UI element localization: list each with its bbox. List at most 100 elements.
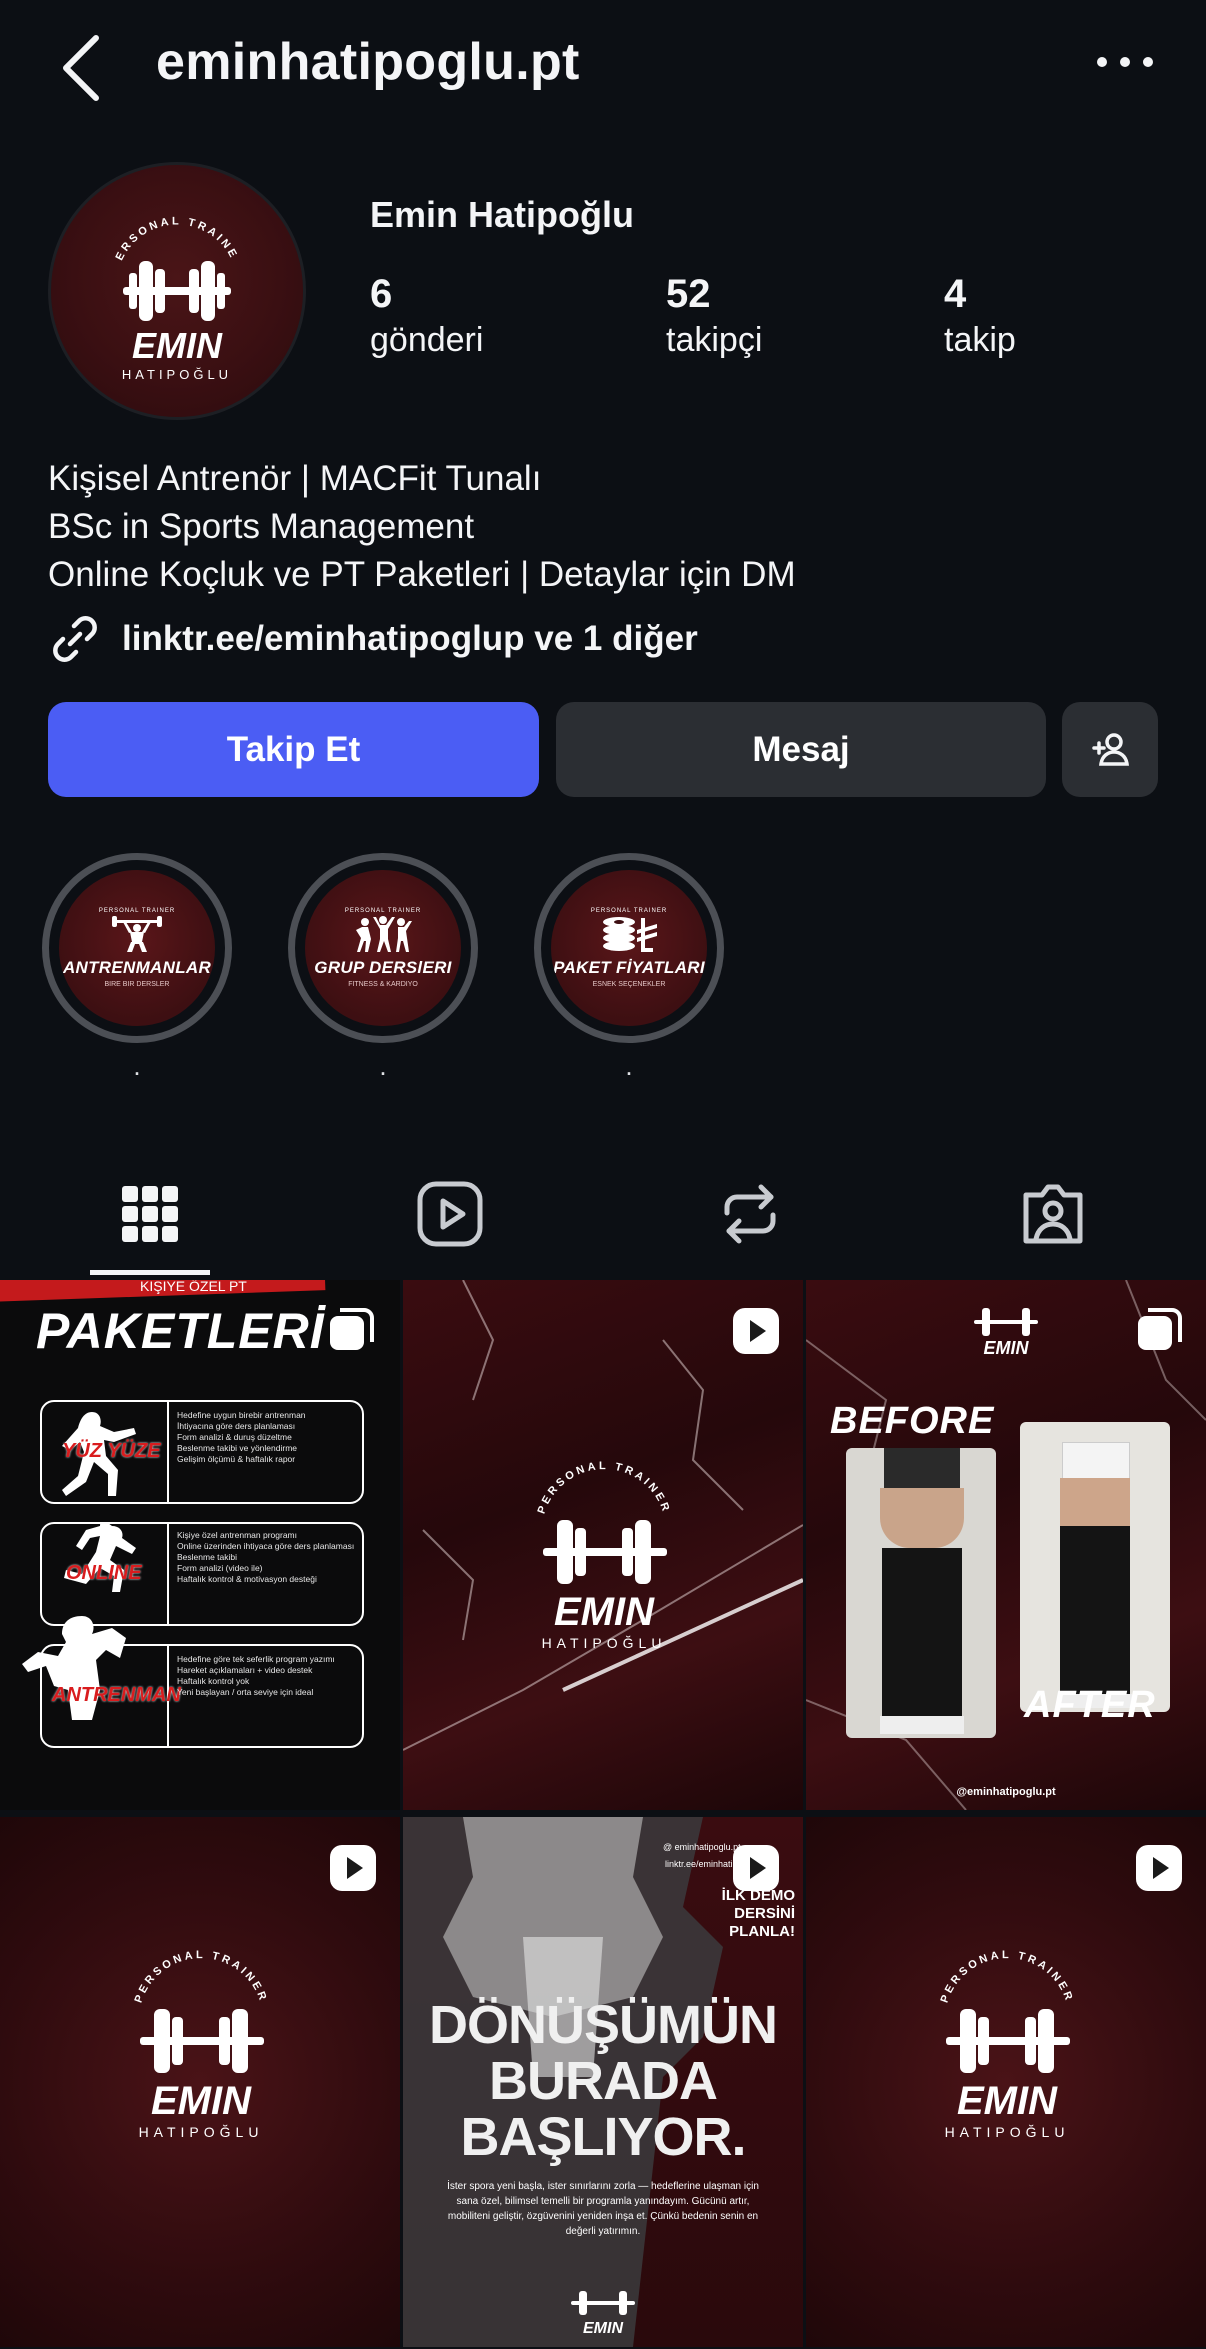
tab-reposts[interactable]: [715, 1179, 785, 1249]
highlight-title: GRUP DERSlERI: [314, 958, 452, 977]
body-text: İster spora yeni başla, ister sınırların…: [447, 2181, 759, 2237]
before-shirt: [884, 1448, 960, 1488]
post-logo: PERSONAL TRAINER EMIN HATIPOĞLU: [133, 1949, 270, 2140]
package-name: YÜZ YÜZE: [62, 1440, 161, 1462]
cta-text: İLK DEMO DERSİNİ PLANLA!: [721, 1887, 795, 1940]
post-before-after[interactable]: EMIN BEFORE AFTER @eminhatipoglu.pt: [806, 1280, 1206, 1810]
suggest-people-button[interactable]: [1062, 702, 1158, 797]
post-transformation[interactable]: @ eminhatipoglu.pt linktr.ee/eminhatipog…: [403, 1817, 803, 2347]
bodybuilder-silhouette-icon: [22, 1616, 126, 1720]
mini-logo-text: EMIN: [984, 1338, 1030, 1358]
avatar-main-text: EMIN: [132, 325, 223, 366]
highlight-title: PAKET FİYATLARI: [553, 958, 705, 977]
logo-main-text: EMIN: [554, 1590, 655, 1634]
post-handle: @eminhatipoglu.pt: [956, 1786, 1056, 1798]
package-card: ANTRENMAN Hedefine göre tek seferlik pro…: [22, 1616, 364, 1748]
highlight-sub: FITNESS & KARDIYO: [348, 981, 418, 988]
more-icon[interactable]: [1090, 42, 1160, 82]
reel-badge-icon: [733, 1308, 779, 1354]
package-details: Kişiye özel antrenman programı Online üz…: [177, 1530, 355, 1584]
stat-followers[interactable]: 52 takipçi: [666, 272, 762, 360]
reposts-icon: [724, 1184, 776, 1244]
highlight-sub: BIRE BIR DERSLER: [104, 981, 170, 988]
svg-text:PERSONAL TRAINER: PERSONAL TRAINER: [51, 165, 240, 262]
highlight-antrenmanlar[interactable]: PERSONAL TRAINER ANTRENMANLAR BIRE BIR D…: [42, 853, 232, 1082]
highlight-cover: PERSONAL TRAINER GRUP DERSlERI FITNESS &…: [305, 870, 461, 1026]
after-photo: [1020, 1422, 1170, 1712]
lira-plates-icon: [603, 917, 657, 952]
post-logo: PERSONAL TRAINER EMIN HATIPOĞLU: [939, 1949, 1076, 2140]
active-tab-indicator: [90, 1270, 210, 1275]
after-top: [1062, 1442, 1130, 1480]
mini-logo-text: EMIN: [583, 2320, 623, 2337]
profile-link[interactable]: linktr.ee/eminhatipoglup ve 1 diğer: [48, 610, 698, 668]
highlight-cover: PERSONAL TRAINER ANTRENMANLAR BIRE BIR D…: [59, 870, 215, 1026]
stat-following[interactable]: 4 takip: [944, 272, 1016, 360]
package-name: ONLINE: [66, 1562, 142, 1584]
posts-grid: KİŞİYE ÖZEL PT PAKETLERİ YÜZ YÜZE Hedefi…: [0, 1280, 1206, 2349]
bio: Kişisel Antrenör | MACFit Tunalı BSc in …: [48, 455, 796, 599]
tab-posts[interactable]: [115, 1179, 185, 1249]
stat-followers-value: 52: [666, 272, 711, 316]
group-exercise-icon: [356, 916, 412, 952]
post-logo[interactable]: PERSONAL TRAINER EMIN HATIPOĞLU: [0, 1817, 400, 2347]
logo-arc-text: PERSONAL TRAINER: [939, 1949, 1073, 2004]
logo-sub-text: HATIPOĞLU: [542, 1635, 667, 1651]
message-button[interactable]: Mesaj: [556, 702, 1046, 797]
add-person-icon: [1092, 732, 1129, 766]
highlight-ring: PERSONAL TRAINER PAKET FİYATLARI ESNEK S…: [534, 853, 724, 1043]
package-card: YÜZ YÜZE Hedefine uygun birebir antrenma…: [40, 1400, 364, 1504]
headline: DÖNÜŞÜMÜN BURADA BAŞLIYOR.: [403, 1997, 803, 2165]
stat-posts-value: 6: [370, 272, 393, 316]
after-leggings: [1060, 1526, 1130, 1696]
stat-following-label: takip: [944, 321, 1016, 359]
highlight-grup-dersleri[interactable]: PERSONAL TRAINER GRUP DERSlERI FITNESS &…: [288, 853, 478, 1082]
post-logo[interactable]: PERSONAL TRAINER EMIN HATIPOĞLU: [806, 1817, 1206, 2347]
before-label: BEFORE: [830, 1400, 995, 1442]
post-logo-marble[interactable]: PERSONAL TRAINER EMIN HATIPOĞLU: [403, 1280, 803, 1810]
svg-text:PERSONAL TRAINER: PERSONAL TRAINER: [133, 1949, 270, 2004]
bio-line: BSc in Sports Management: [48, 507, 475, 546]
follow-button[interactable]: Takip Et: [48, 702, 539, 797]
highlight-cover: PERSONAL TRAINER PAKET FİYATLARI ESNEK S…: [551, 870, 707, 1026]
profile-name: Emin Hatipoğlu: [370, 194, 634, 235]
svg-text:PERSONAL TRAINER: PERSONAL TRAINER: [536, 1460, 673, 1515]
avatar[interactable]: PERSONAL TRAINER EMIN HATIPOĞLU: [46, 156, 306, 420]
profile-tabs: [0, 1155, 1206, 1275]
weightlifter-icon: [112, 916, 162, 952]
highlight-label: .: [379, 1051, 387, 1081]
tab-tagged[interactable]: [1018, 1179, 1088, 1249]
avatar-logo: PERSONAL TRAINER EMIN HATIPOĞLU: [46, 156, 240, 382]
highlight-ring: PERSONAL TRAINER GRUP DERSlERI FITNESS &…: [288, 853, 478, 1043]
highlight-ring: PERSONAL TRAINER ANTRENMANLAR BIRE BIR D…: [42, 853, 232, 1043]
post-title: PAKETLERİ: [36, 1303, 325, 1359]
headline-line: BAŞLIYOR.: [460, 2107, 746, 2167]
link-icon: [53, 616, 97, 662]
post-logo: PERSONAL TRAINER EMIN HATIPOĞLU: [536, 1460, 673, 1651]
carousel-badge-icon: [330, 1308, 374, 1350]
tab-reels[interactable]: [415, 1179, 485, 1249]
stat-posts-label: gönderi: [370, 321, 484, 359]
package-name: ANTRENMAN: [52, 1684, 181, 1706]
highlight-paket-fiyatlari[interactable]: PERSONAL TRAINER PAKET FİYATLARI ESNEK S…: [534, 853, 724, 1082]
mini-logo: EMIN: [571, 2291, 635, 2337]
svg-text:PERSONAL TRAINER: PERSONAL TRAINER: [939, 1949, 1076, 2004]
reels-icon: [417, 1181, 483, 1247]
headline-line: DÖNÜŞÜMÜN: [429, 1995, 778, 2055]
mini-logo: EMIN: [974, 1308, 1038, 1358]
reel-badge-icon: [330, 1845, 376, 1891]
highlight-label: .: [133, 1051, 141, 1081]
back-icon[interactable]: [52, 28, 112, 108]
top-bar: eminhatipoglu.pt: [0, 0, 1206, 130]
stat-following-value: 4: [944, 272, 967, 316]
logo-main-text: EMIN: [151, 2079, 252, 2123]
card-divider: [167, 1402, 169, 1502]
stat-posts[interactable]: 6 gönderi: [370, 272, 483, 360]
logo-arc-text: PERSONAL TRAINER: [133, 1949, 267, 2004]
card-divider: [167, 1524, 169, 1624]
post-packages[interactable]: KİŞİYE ÖZEL PT PAKETLERİ YÜZ YÜZE Hedefi…: [0, 1280, 400, 1810]
logo-arc-text: PERSONAL TRAINER: [536, 1460, 670, 1515]
highlight-label: .: [625, 1051, 633, 1081]
grid-icon: [122, 1186, 178, 1242]
contact-handle: @ eminhatipoglu.pt: [663, 1842, 741, 1852]
